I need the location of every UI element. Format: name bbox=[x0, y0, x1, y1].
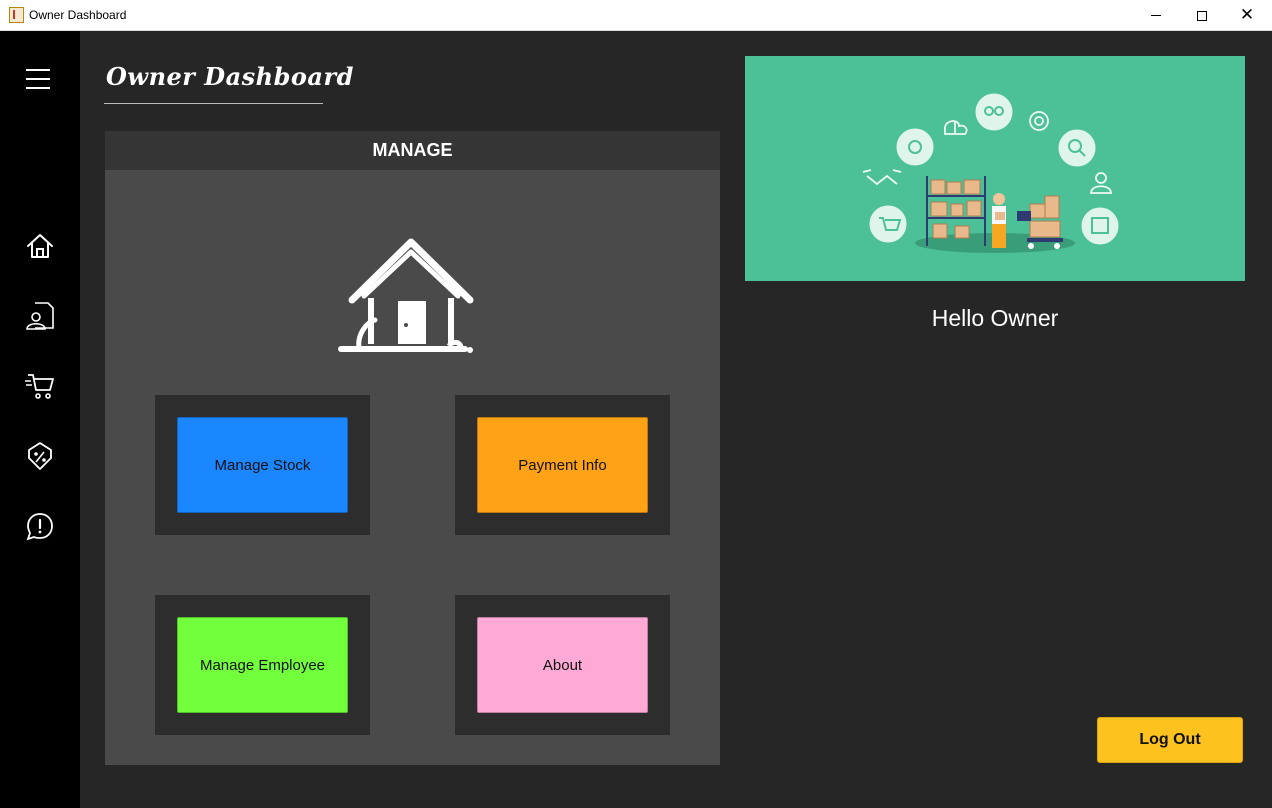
user-profile-icon[interactable] bbox=[24, 300, 56, 332]
logout-button[interactable]: Log Out bbox=[1097, 717, 1243, 763]
about-frame: About bbox=[455, 595, 670, 735]
manage-stock-button[interactable]: Manage Stock bbox=[177, 417, 348, 513]
minimize-button[interactable] bbox=[1133, 0, 1179, 31]
cart-icon[interactable] bbox=[24, 370, 56, 402]
manage-employee-frame: Manage Employee bbox=[155, 595, 370, 735]
warehouse-illustration bbox=[745, 56, 1245, 281]
close-button[interactable]: ✕ bbox=[1224, 0, 1270, 31]
manage-stock-frame: Manage Stock bbox=[155, 395, 370, 535]
window-titlebar: Owner Dashboard ✕ bbox=[0, 0, 1272, 31]
house-icon bbox=[338, 238, 474, 353]
manage-employee-button[interactable]: Manage Employee bbox=[177, 617, 348, 713]
minimize-icon bbox=[1151, 15, 1161, 16]
about-button[interactable]: About bbox=[477, 617, 648, 713]
page-title: Owner Dashboard bbox=[106, 62, 354, 91]
window-title: Owner Dashboard bbox=[29, 8, 127, 22]
discount-tag-icon[interactable] bbox=[24, 440, 56, 472]
alert-icon[interactable] bbox=[24, 510, 56, 542]
panel-title: MANAGE bbox=[105, 131, 720, 170]
title-underline bbox=[104, 103, 323, 104]
payment-info-button[interactable]: Payment Info bbox=[477, 417, 648, 513]
manage-panel: MANAGE Manage Stock Payment Info Manage … bbox=[105, 131, 720, 765]
home-icon[interactable] bbox=[24, 230, 56, 262]
menu-icon[interactable] bbox=[26, 68, 52, 92]
sidebar bbox=[0, 31, 80, 808]
maximize-button[interactable] bbox=[1179, 0, 1225, 31]
greeting-text: Hello Owner bbox=[931, 305, 1059, 331]
close-icon: ✕ bbox=[1239, 5, 1255, 25]
maximize-icon bbox=[1197, 10, 1207, 21]
java-app-icon bbox=[9, 7, 24, 23]
payment-info-frame: Payment Info bbox=[455, 395, 670, 535]
